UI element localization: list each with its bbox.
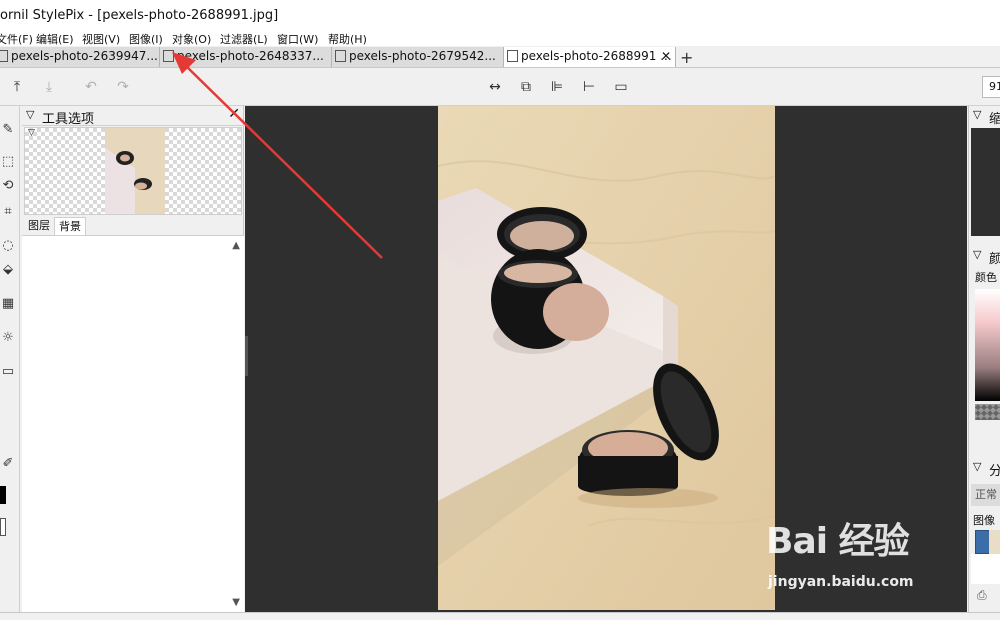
- image-file-icon: [507, 50, 518, 62]
- layers-title: 分: [989, 464, 1000, 478]
- tab-layers[interactable]: 图层: [24, 217, 54, 235]
- thumbnail-graphic: [105, 128, 165, 214]
- navigator-preview[interactable]: [971, 128, 1000, 236]
- menu-filter[interactable]: 过滤器(L): [220, 31, 268, 47]
- add-tab-icon[interactable]: +: [680, 48, 693, 67]
- status-bar: [0, 612, 1000, 620]
- collapse-chevron-icon[interactable]: ▽: [973, 460, 981, 473]
- navigator-title: 缩: [989, 112, 1000, 126]
- menu-help[interactable]: 帮助(H): [328, 31, 367, 47]
- canvas-size-icon[interactable]: ▭: [612, 78, 630, 96]
- tab-background[interactable]: 背景: [54, 217, 86, 235]
- color-header[interactable]: ▽ 颜: [969, 246, 1000, 266]
- menu-window[interactable]: 窗口(W): [277, 31, 318, 47]
- collapse-chevron-icon[interactable]: ▽: [973, 248, 981, 261]
- background-color-swatch[interactable]: [0, 518, 6, 536]
- watermark-brand: Bai 经验: [766, 521, 910, 562]
- title-bar: ornil StylePix - [pexels-photo-2688991.j…: [0, 0, 1000, 30]
- eyedropper-icon[interactable]: ✐: [0, 456, 16, 472]
- main-toolbar: ⤒ ⤓ ↶ ↷ ↔ ⧉ ⊫ ⊢ ▭: [0, 68, 1000, 106]
- arrange-icon[interactable]: ⧉: [517, 78, 535, 96]
- expand-triangle-icon[interactable]: ▽: [28, 128, 35, 138]
- color-title: 颜: [989, 252, 1000, 266]
- photo-thumbnail: [105, 128, 165, 214]
- tab-document-4-active[interactable]: pexels-photo-2688991 ... ✕: [504, 47, 676, 67]
- crop-icon[interactable]: ⌗: [0, 204, 16, 220]
- scroll-up-icon[interactable]: ▲: [232, 240, 240, 251]
- document-tab-bar: pexels-photo-2639947... pexels-photo-264…: [0, 46, 1000, 68]
- tool-options-header: ▽ 工具选项 ✕: [22, 106, 244, 127]
- menu-edit[interactable]: 编辑(E): [36, 31, 74, 47]
- navigator-header[interactable]: ▽ 缩: [969, 106, 1000, 126]
- tab-label: pexels-photo-2639947...: [11, 49, 158, 63]
- tab-label: pexels-photo-2648337...: [177, 49, 324, 63]
- tab-document-1[interactable]: pexels-photo-2639947...: [0, 47, 160, 67]
- tools-sidebar: ✎ ⬚ ⟲ ⌗ ◌ ⬙ ▦ ☼ ▭ ✐: [0, 106, 20, 612]
- lasso-icon[interactable]: ⟲: [0, 178, 16, 194]
- layer-list[interactable]: ▲ ▼: [22, 235, 244, 612]
- tab-document-3[interactable]: pexels-photo-2679542...: [332, 47, 504, 67]
- color-label: 颜色: [975, 271, 997, 284]
- tab-label: pexels-photo-2688991 ...: [521, 49, 672, 63]
- eraser-icon[interactable]: ◌: [0, 238, 16, 254]
- tool-options-title: 工具选项: [42, 112, 95, 127]
- clip-icon[interactable]: ✎: [0, 122, 16, 138]
- layers-header[interactable]: ▽ 分: [969, 458, 1000, 478]
- redo-icon[interactable]: ↷: [114, 78, 132, 96]
- image-file-icon: [335, 50, 346, 62]
- image-file-icon: [0, 50, 8, 62]
- baidu-jingyan-watermark: Bai 经验 jingyan.baidu.com: [760, 512, 1000, 602]
- close-icon[interactable]: ✕: [228, 106, 240, 122]
- panel-resize-handle[interactable]: [245, 336, 248, 376]
- blend-mode-select[interactable]: 正常: [971, 484, 1000, 506]
- shape-icon[interactable]: ▭: [0, 364, 16, 380]
- undo-icon[interactable]: ↶: [82, 78, 100, 96]
- fill-icon[interactable]: ⬙: [0, 262, 16, 278]
- flip-horizontal-icon[interactable]: ↔: [486, 78, 504, 96]
- menu-image[interactable]: 图像(I): [129, 31, 163, 47]
- tool-options-panel: ▽ 工具选项 ✕ ▽ 图层 背景 ▲ ▼: [22, 106, 244, 612]
- window-title: ornil StylePix - [pexels-photo-2688991.j…: [0, 8, 279, 23]
- watermark-url: jingyan.baidu.com: [768, 574, 914, 590]
- collapse-chevron-icon[interactable]: ▽: [973, 108, 981, 121]
- upload-icon[interactable]: ⤒: [8, 78, 26, 96]
- brightness-icon[interactable]: ☼: [0, 330, 16, 346]
- align-left-icon[interactable]: ⊫: [548, 78, 566, 96]
- image-file-icon: [163, 50, 174, 62]
- layer-thumbnail-area: ▽: [24, 127, 242, 215]
- rect-select-icon[interactable]: ⬚: [0, 154, 16, 170]
- close-tab-icon[interactable]: ✕: [661, 47, 671, 66]
- zoom-input[interactable]: 91: [982, 76, 1000, 98]
- menu-object[interactable]: 对象(O): [172, 31, 211, 47]
- document-image[interactable]: [438, 106, 775, 610]
- photo-graphic: [438, 106, 775, 610]
- pattern-icon[interactable]: ▦: [0, 296, 16, 312]
- download-icon[interactable]: ⤓: [40, 78, 58, 96]
- menu-file[interactable]: 文件(F): [0, 31, 33, 47]
- alpha-slider[interactable]: [975, 404, 1000, 420]
- foreground-color-swatch[interactable]: [0, 486, 6, 504]
- color-picker-gradient[interactable]: [975, 289, 1000, 401]
- menu-view[interactable]: 视图(V): [82, 31, 120, 47]
- distribute-icon[interactable]: ⊢: [580, 78, 598, 96]
- scroll-down-icon[interactable]: ▼: [232, 597, 240, 608]
- tab-label: pexels-photo-2679542...: [349, 49, 496, 63]
- menu-bar: 文件(F) 编辑(E) 视图(V) 图像(I) 对象(O) 过滤器(L) 窗口(…: [0, 30, 1000, 46]
- tab-document-2[interactable]: pexels-photo-2648337...: [160, 47, 332, 67]
- collapse-chevron-icon[interactable]: ▽: [26, 108, 34, 121]
